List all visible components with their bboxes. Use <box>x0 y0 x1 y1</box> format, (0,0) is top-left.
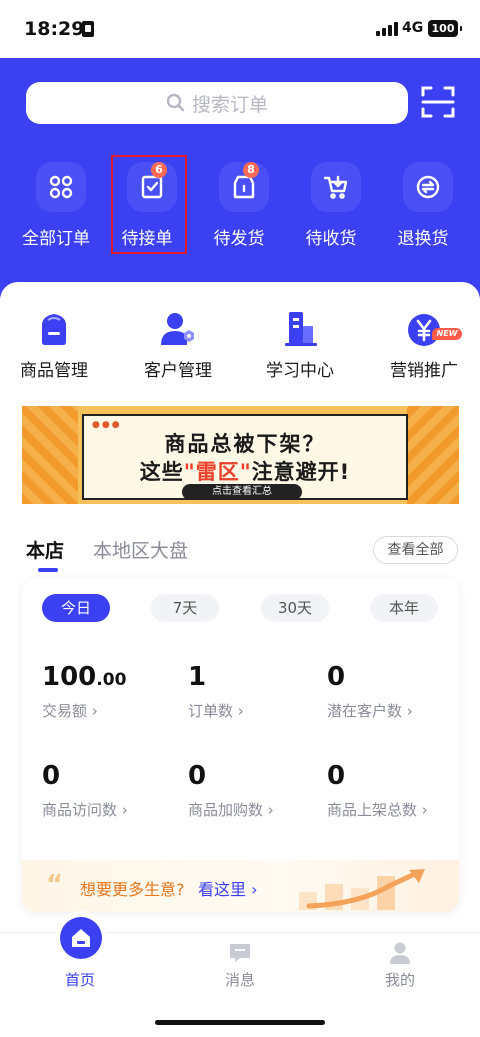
view-all-button[interactable]: 查看全部 <box>373 536 458 564</box>
metric-add-to-cart[interactable]: 0 商品加购数 › <box>188 761 328 820</box>
metric-potential-customers[interactable]: 0 潜在客户数 › <box>327 662 467 721</box>
period-year[interactable]: 本年 <box>370 594 438 622</box>
main-panel: 商品管理 客户管理 学习中心 营销推广 NEW ●●● 商品总被下架？ 这些"雷… <box>0 282 480 942</box>
message-icon <box>230 944 250 962</box>
customer-icon <box>161 313 194 345</box>
tab-underline <box>38 568 58 572</box>
banner-card: ●●● 商品总被下架？ 这些"雷区"注意避开! 点击查看汇总 <box>82 414 408 500</box>
tool-label: 营销推广 <box>390 361 458 381</box>
highlight-box <box>111 155 187 254</box>
order-label: 待发货 <box>213 229 265 249</box>
badge-pending-ship: 8 <box>243 162 259 178</box>
quote-icon: “ <box>46 870 64 900</box>
shopping-bag-icon <box>42 314 66 345</box>
order-all-button[interactable]: 全部订单 <box>11 158 101 258</box>
nav-messages[interactable]: 消息 <box>160 933 320 1003</box>
search-placeholder: 搜索订单 <box>191 93 268 116</box>
tool-label: 商品管理 <box>20 361 88 381</box>
signal-icon <box>376 22 398 36</box>
more-business-banner[interactable]: “ 想要更多生意? 看这里 › <box>22 860 459 912</box>
package-icon <box>233 175 255 199</box>
building-icon <box>285 312 317 346</box>
order-pending-receive-button[interactable]: 待收货 <box>286 158 376 258</box>
promo-banner[interactable]: ●●● 商品总被下架？ 这些"雷区"注意避开! 点击查看汇总 <box>22 406 459 504</box>
nav-label: 我的 <box>384 971 415 989</box>
header: 搜索订单 全部订单 6 待接单 8 待发货 待收货 退换货 <box>0 58 480 298</box>
status-time: 18:29 <box>24 18 85 40</box>
store-tabs: 本店 本地区大盘 查看全部 <box>0 532 480 572</box>
more-text: 想要更多生意? <box>80 880 185 899</box>
search-input[interactable]: 搜索订单 <box>26 82 408 124</box>
order-label: 退换货 <box>397 229 449 249</box>
customer-management-button[interactable]: 客户管理 <box>118 306 238 386</box>
home-indicator <box>155 1020 325 1025</box>
marketing-button[interactable]: 营销推广 <box>364 306 480 386</box>
product-management-button[interactable]: 商品管理 <box>0 306 114 386</box>
scan-icon[interactable] <box>420 84 456 120</box>
nav-label: 首页 <box>64 971 95 989</box>
tool-shortcuts: 商品管理 客户管理 学习中心 营销推广 NEW <box>0 306 480 386</box>
cart-icon <box>323 175 348 199</box>
exchange-icon <box>416 175 440 199</box>
stats-card: 今日 7天 30天 本年 100.00 交易额 › 1 订单数 › 0 潜在客户… <box>22 578 459 912</box>
order-pending-ship-button[interactable]: 8 待发货 <box>194 158 284 258</box>
battery-icon: 100 <box>428 20 462 37</box>
metric-product-visits[interactable]: 0 商品访问数 › <box>42 761 182 820</box>
learning-center-button[interactable]: 学习中心 <box>240 306 360 386</box>
metric-revenue[interactable]: 100.00 交易额 › <box>42 662 182 721</box>
nav-label: 消息 <box>224 971 255 989</box>
order-shortcuts: 全部订单 6 待接单 8 待发货 待收货 退换货 <box>0 158 480 258</box>
search-icon <box>166 93 185 112</box>
nav-profile[interactable]: 我的 <box>320 933 480 1003</box>
period-30d[interactable]: 30天 <box>261 594 329 622</box>
banner-subtitle: 这些"雷区"注意避开! <box>139 460 351 484</box>
order-label: 全部订单 <box>22 229 90 249</box>
banner-title: 商品总被下架？ <box>164 432 326 456</box>
tab-this-store[interactable]: 本店 <box>26 536 64 563</box>
new-badge: NEW <box>432 328 462 340</box>
period-7d[interactable]: 7天 <box>151 594 219 622</box>
growth-chart-icon <box>299 869 425 910</box>
period-today[interactable]: 今日 <box>42 594 110 622</box>
order-label: 待收货 <box>305 229 357 249</box>
banner-button[interactable]: 点击查看汇总 <box>182 484 302 500</box>
sim-icon <box>82 21 94 37</box>
nav-home[interactable]: 首页 <box>0 917 160 1003</box>
status-bar: 18:29 4G 100 <box>0 0 480 58</box>
metric-listed-products[interactable]: 0 商品上架总数 › <box>327 761 467 820</box>
metric-orders[interactable]: 1 订单数 › <box>188 662 328 721</box>
profile-icon <box>390 942 410 964</box>
order-return-button[interactable]: 退换货 <box>378 158 468 258</box>
more-link[interactable]: 看这里 › <box>198 876 258 900</box>
tool-label: 学习中心 <box>266 361 334 381</box>
network-type: 4G <box>402 20 424 36</box>
home-icon <box>72 929 90 947</box>
tool-label: 客户管理 <box>144 361 212 381</box>
tab-local-market[interactable]: 本地区大盘 <box>93 536 188 563</box>
grid-icon <box>49 175 73 199</box>
